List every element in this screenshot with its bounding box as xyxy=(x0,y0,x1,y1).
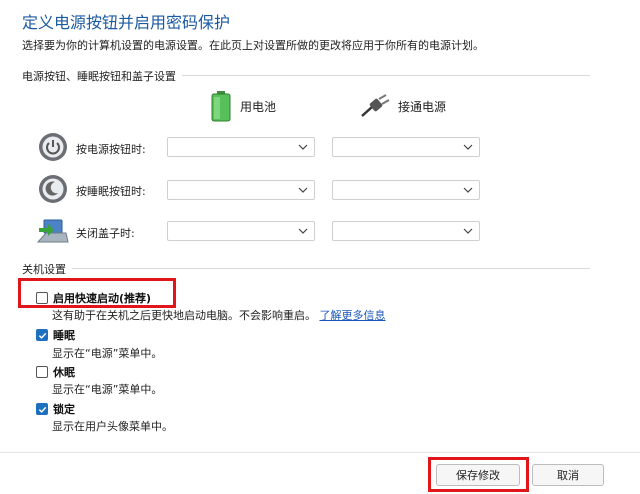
battery-icon xyxy=(211,91,231,122)
fast-startup-description: 这有助于在关机之后更快地启动电脑。不会影响重启。 了解更多信息 xyxy=(52,307,386,323)
sleep-button-plugged-select[interactable] xyxy=(332,180,480,200)
sleep-button-battery-select[interactable] xyxy=(167,180,315,200)
lid-close-battery-select[interactable] xyxy=(167,221,315,241)
check-icon xyxy=(38,332,46,339)
plugged-column-label: 接通电源 xyxy=(398,99,447,114)
chevron-down-icon xyxy=(298,187,308,193)
power-button-battery-select[interactable] xyxy=(167,137,315,157)
fast-startup-desc-text: 这有助于在关机之后更快地启动电脑。不会影响重启。 xyxy=(52,309,316,322)
power-button-plugged-select[interactable] xyxy=(332,137,480,157)
row-label-sleep: 按睡眠按钮时: xyxy=(76,185,146,198)
check-icon xyxy=(38,406,46,413)
sleep-option[interactable]: 睡眠 xyxy=(36,327,75,343)
sleep-label: 睡眠 xyxy=(53,329,75,342)
sleep-checkbox[interactable] xyxy=(36,329,48,341)
cancel-button[interactable]: 取消 xyxy=(532,464,604,486)
sleep-description: 显示在“电源”菜单中。 xyxy=(52,347,163,360)
learn-more-link[interactable]: 了解更多信息 xyxy=(320,309,386,322)
page-subtitle: 选择要为你的计算机设置的电源设置。在此页上对设置所做的更改将应用于你所有的电源计… xyxy=(22,39,484,52)
section-divider xyxy=(22,268,590,269)
row-label-lid: 关闭盖子时: xyxy=(76,227,135,240)
chevron-down-icon xyxy=(298,144,308,150)
battery-column-label: 用电池 xyxy=(240,99,277,114)
lid-close-plugged-select[interactable] xyxy=(332,221,480,241)
fast-startup-highlight xyxy=(18,278,176,308)
page-title: 定义电源按钮并启用密码保护 xyxy=(22,13,231,32)
shutdown-section-label: 关机设置 xyxy=(22,261,72,277)
hibernate-description: 显示在“电源”菜单中。 xyxy=(52,383,163,396)
power-button-icon xyxy=(39,133,67,161)
hibernate-checkbox[interactable] xyxy=(36,366,48,378)
lock-label: 锁定 xyxy=(53,403,75,416)
sleep-button-icon xyxy=(39,175,67,203)
chevron-down-icon xyxy=(463,144,473,150)
footer-divider xyxy=(0,452,640,453)
plugged-column-header: 接通电源 xyxy=(360,94,446,118)
hibernate-option[interactable]: 休眠 xyxy=(36,364,75,380)
power-section-label: 电源按钮、睡眠按钮和盖子设置 xyxy=(22,68,182,84)
save-button-highlight xyxy=(428,457,529,492)
battery-column-header: 用电池 xyxy=(210,90,276,122)
row-label-power: 按电源按钮时: xyxy=(76,143,146,156)
chevron-down-icon xyxy=(463,187,473,193)
hibernate-label: 休眠 xyxy=(53,366,75,379)
chevron-down-icon xyxy=(463,228,473,234)
lock-option[interactable]: 锁定 xyxy=(36,401,75,417)
laptop-lid-icon xyxy=(36,219,69,243)
chevron-down-icon xyxy=(298,228,308,234)
power-plug-icon xyxy=(361,94,390,117)
lock-description: 显示在用户头像菜单中。 xyxy=(52,420,173,433)
lock-checkbox[interactable] xyxy=(36,403,48,415)
